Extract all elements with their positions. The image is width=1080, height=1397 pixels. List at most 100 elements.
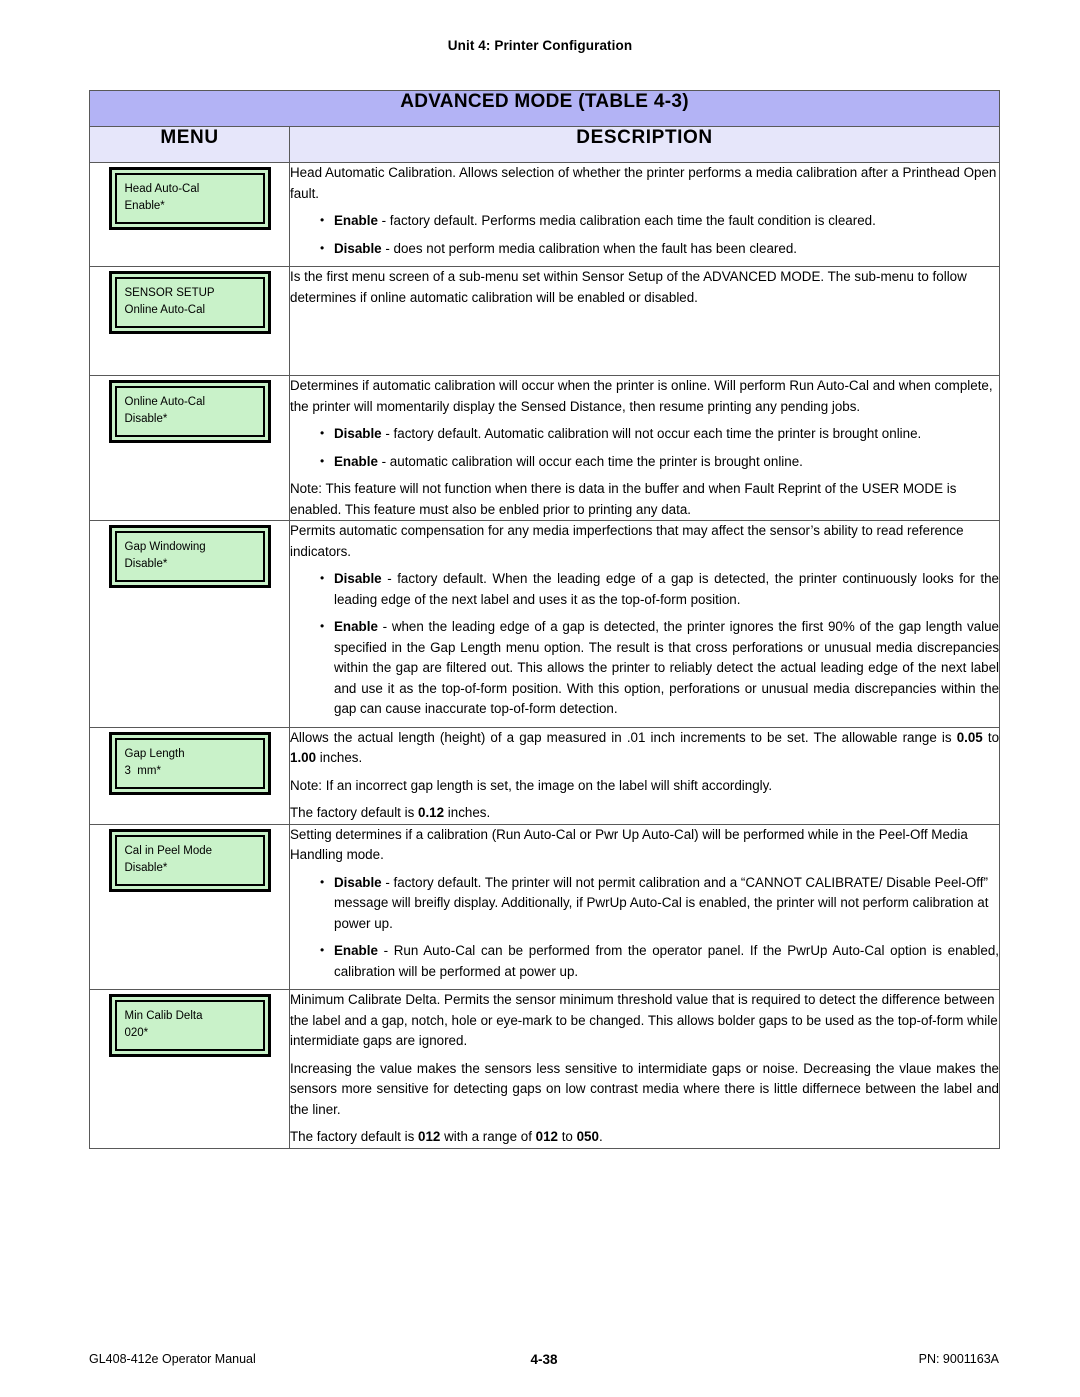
description-paragraph: Determines if automatic calibration will… — [290, 378, 993, 414]
desc-text: with a range of — [440, 1129, 536, 1144]
table-title-row: ADVANCED MODE (TABLE 4-3) — [88, 90, 1001, 127]
desc-text: to — [557, 1129, 577, 1144]
menu-cell-sensor-setup: SENSOR SETUP Online Auto-Cal — [89, 266, 290, 376]
option-item: Enable - automatic calibration will occu… — [320, 451, 999, 473]
desc-value-min: 0.05 — [956, 729, 983, 745]
menu-cell-head-auto-cal: Head Auto-Cal Enable* — [89, 162, 290, 267]
option-item: Disable - factory default. Automatic cal… — [320, 423, 999, 445]
advanced-mode-table: ADVANCED MODE (TABLE 4-3) MENU DESCRIPTI… — [88, 90, 1001, 1149]
option-label: Enable — [334, 619, 378, 634]
option-label: Enable — [334, 213, 378, 228]
option-text: - factory default. The printer will not … — [334, 874, 989, 931]
option-item: Disable - does not perform media calibra… — [320, 238, 999, 260]
option-text: - factory default. Performs media calibr… — [377, 213, 876, 228]
description-cell-gap-windowing: Permits automatic compensation for any m… — [288, 520, 1001, 728]
lcd-line-1: Min Calib Delta — [124, 1010, 203, 1022]
option-item: Enable - when the leading edge of a gap … — [320, 616, 1000, 720]
lcd-line-2: Disable* — [124, 861, 168, 874]
option-list: Disable - factory default. The printer w… — [290, 872, 1000, 983]
desc-text: . — [598, 1129, 603, 1144]
table-header-row: MENU DESCRIPTION — [89, 126, 1001, 163]
description-paragraph: Allows the actual length (height) of a g… — [290, 728, 999, 769]
table-row: Head Auto-Cal Enable* Head Automatic Cal… — [89, 162, 1001, 267]
footer-part-number: PN: 9001163A — [918, 1352, 999, 1366]
lcd-line-1: Cal in Peel Mode — [124, 844, 213, 857]
option-item: Enable - Run Auto-Cal can be performed f… — [320, 940, 1000, 982]
table-row: Min Calib Delta 020* Minimum Calibrate D… — [89, 989, 1001, 1149]
lcd-line-1: Gap Length — [124, 747, 185, 760]
option-label: Disable — [334, 874, 382, 890]
column-header-description: DESCRIPTION — [288, 126, 1001, 163]
lcd-panel: Cal in Peel Mode Disable* — [108, 828, 271, 892]
desc-text: Allows the actual length (height) of a g… — [290, 729, 957, 745]
description-cell-online-auto-cal: Determines if automatic calibration will… — [288, 375, 1001, 521]
description-note: Note: This feature will not function whe… — [290, 481, 957, 517]
running-head: Unit 4: Printer Configuration — [447, 38, 633, 53]
option-list: Disable - factory default. When the lead… — [290, 568, 1000, 720]
lcd-panel: Head Auto-Cal Enable* — [108, 167, 271, 230]
description-default: The factory default is 0.12 inches. — [290, 803, 999, 824]
option-item: Enable - factory default. Performs media… — [320, 210, 999, 232]
desc-value-max: 050 — [576, 1129, 599, 1144]
lcd-line-2: Disable* — [124, 558, 168, 570]
lcd-panel: Gap Length 3 mm* — [108, 731, 271, 795]
description-paragraph: Head Automatic Calibration. Allows selec… — [290, 165, 997, 201]
lcd-panel: Gap Windowing Disable* — [108, 525, 271, 588]
table-row: Online Auto-Cal Disable* Determines if a… — [89, 375, 1001, 521]
lcd-line-1: Online Auto-Cal — [124, 396, 206, 408]
lcd-line-1: Gap Windowing — [124, 541, 206, 553]
menu-cell-cal-in-peel-mode: Cal in Peel Mode Disable* — [89, 823, 290, 990]
menu-cell-min-calib-delta: Min Calib Delta 020* — [89, 989, 290, 1149]
desc-text: The factory default is — [290, 805, 419, 820]
column-header-menu: MENU — [89, 126, 290, 163]
table-row: SENSOR SETUP Online Auto-Cal Is the firs… — [89, 266, 1001, 376]
footer-page-number: 4-38 — [530, 1352, 558, 1367]
option-label: Disable — [334, 426, 382, 441]
desc-text: inches. — [316, 750, 363, 765]
option-label: Enable — [334, 943, 378, 958]
description-paragraph-2: Increasing the value makes the sensors l… — [290, 1060, 1000, 1117]
description-cell-gap-length: Allows the actual length (height) of a g… — [288, 726, 1001, 825]
description-cell-cal-in-peel-mode: Setting determines if a calibration (Run… — [288, 823, 1001, 990]
lcd-line-2: 020* — [124, 1027, 149, 1039]
option-text: - factory default. Automatic calibration… — [381, 426, 922, 441]
table-row: Gap Length 3 mm* Allows the actual lengt… — [89, 726, 1001, 825]
lcd-panel: Online Auto-Cal Disable* — [108, 380, 271, 443]
page-footer: GL408-412e Operator Manual 4-38 PN: 9001… — [89, 1352, 999, 1370]
option-text: - Run Auto-Cal can be performed from the… — [334, 943, 1000, 979]
lcd-line-2: Disable* — [124, 413, 168, 425]
option-item: Disable - factory default. The printer w… — [320, 872, 999, 935]
description-default: The factory default is 012 with a range … — [290, 1127, 999, 1148]
desc-text: inches. — [444, 805, 491, 820]
lcd-line-1: SENSOR SETUP — [124, 287, 215, 299]
option-label: Disable — [334, 571, 382, 586]
table-row: Gap Windowing Disable* Permits automatic… — [89, 520, 1001, 728]
option-label: Enable — [334, 453, 378, 469]
menu-cell-gap-windowing: Gap Windowing Disable* — [89, 520, 290, 728]
description-cell-sensor-setup: Is the first menu screen of a sub-menu s… — [288, 266, 1001, 376]
description-cell-head-auto-cal: Head Automatic Calibration. Allows selec… — [288, 162, 1001, 267]
option-text: - automatic calibration will occur each … — [377, 453, 803, 469]
option-text: - does not perform media calibration whe… — [381, 240, 797, 256]
desc-value-default: 012 — [418, 1129, 441, 1144]
lcd-line-2: Enable* — [124, 200, 165, 212]
description-paragraph: Is the first menu screen of a sub-menu s… — [290, 269, 967, 305]
lcd-line-2: 3 mm* — [124, 764, 161, 777]
menu-cell-gap-length: Gap Length 3 mm* — [89, 726, 290, 825]
description-cell-min-calib-delta: Minimum Calibrate Delta. Permits the sen… — [288, 989, 1001, 1149]
option-label: Disable — [334, 240, 382, 256]
lcd-panel: Min Calib Delta 020* — [108, 994, 271, 1057]
option-list: Disable - factory default. Automatic cal… — [290, 423, 999, 473]
description-paragraph: Permits automatic compensation for any m… — [290, 523, 964, 559]
option-item: Disable - factory default. When the lead… — [320, 568, 999, 610]
option-text: - when the leading edge of a gap is dete… — [334, 619, 1000, 716]
document-page: Unit 4: Printer Configuration ADVANCED M… — [0, 0, 1080, 1397]
description-paragraph: Minimum Calibrate Delta. Permits the sen… — [290, 992, 998, 1048]
option-list: Enable - factory default. Performs media… — [290, 210, 999, 260]
description-paragraph: Setting determines if a calibration (Run… — [290, 826, 968, 863]
description-note: Note: If an incorrect gap length is set,… — [290, 777, 773, 793]
table-title: ADVANCED MODE (TABLE 4-3) — [88, 90, 1001, 127]
lcd-line-1: Head Auto-Cal — [124, 183, 200, 195]
table-row: Cal in Peel Mode Disable* Setting determ… — [89, 823, 1001, 990]
desc-value-min: 012 — [535, 1129, 558, 1144]
